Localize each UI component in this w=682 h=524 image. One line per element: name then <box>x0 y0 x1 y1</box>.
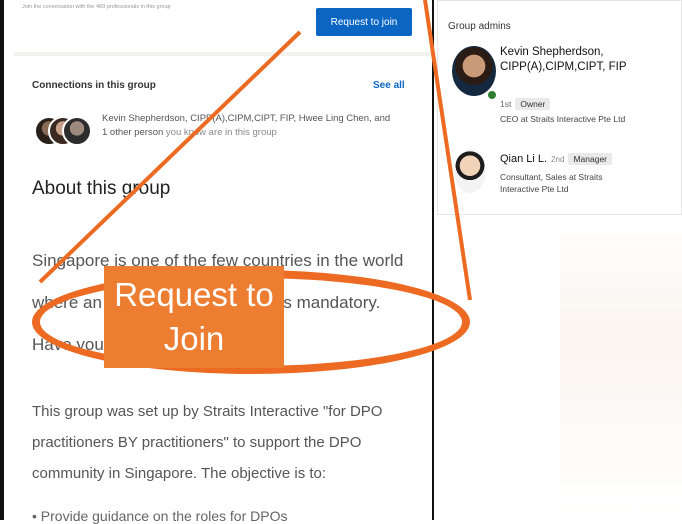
arrow-line <box>38 30 302 284</box>
callout-arrows <box>38 0 472 301</box>
arrow-line <box>423 0 472 301</box>
request-to-join-callout: Request to Join <box>104 266 284 368</box>
